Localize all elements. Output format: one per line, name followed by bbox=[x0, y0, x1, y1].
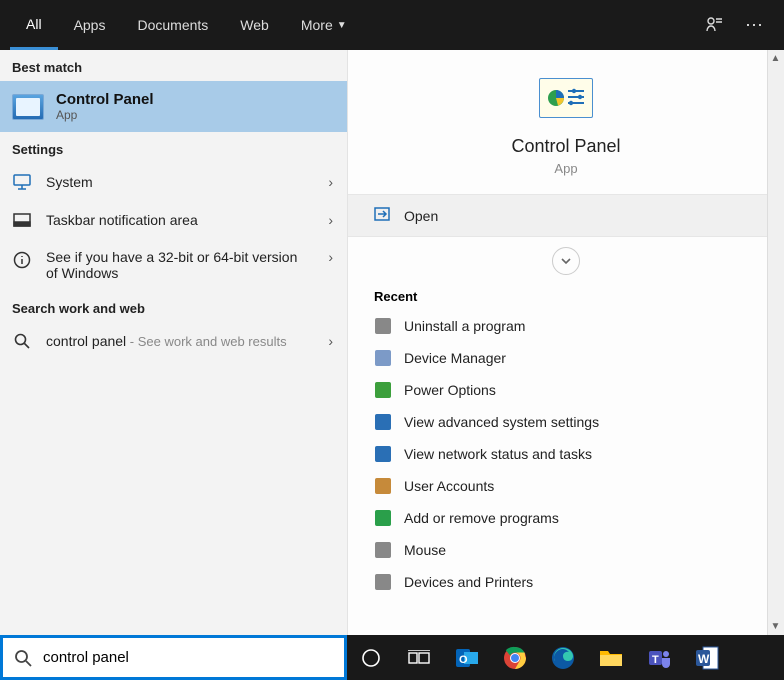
recent-item-icon bbox=[374, 477, 392, 495]
best-match-subtitle: App bbox=[56, 108, 154, 122]
best-match-title: Control Panel bbox=[56, 91, 154, 108]
recent-item[interactable]: User Accounts bbox=[348, 470, 784, 502]
recent-item-icon bbox=[374, 541, 392, 559]
taskbar-outlook[interactable]: O bbox=[443, 635, 491, 680]
task-view-icon[interactable] bbox=[395, 635, 443, 680]
recent-item-icon bbox=[374, 573, 392, 591]
preview-pane: Control Panel App Open Recent Uninstall … bbox=[347, 50, 784, 635]
svg-text:O: O bbox=[459, 654, 468, 666]
open-icon bbox=[374, 207, 392, 224]
recent-item-icon bbox=[374, 445, 392, 463]
tab-apps[interactable]: Apps bbox=[58, 0, 122, 50]
feedback-icon[interactable] bbox=[694, 0, 734, 50]
recent-item-label: Device Manager bbox=[404, 350, 506, 366]
best-match-header: Best match bbox=[0, 50, 347, 81]
recent-item-icon bbox=[374, 413, 392, 431]
tab-more[interactable]: More ▼ bbox=[285, 0, 363, 50]
tab-more-label: More bbox=[301, 17, 333, 33]
recent-item[interactable]: Mouse bbox=[348, 534, 784, 566]
recent-item[interactable]: View advanced system settings bbox=[348, 406, 784, 438]
recent-item-icon bbox=[374, 317, 392, 335]
scroll-up-icon[interactable]: ▲ bbox=[767, 50, 784, 67]
settings-item-label: See if you have a 32-bit or 64-bit versi… bbox=[46, 249, 306, 281]
tab-all[interactable]: All bbox=[10, 0, 58, 50]
search-tabbar: All Apps Documents Web More ▼ ⋯ bbox=[0, 0, 784, 50]
recent-item[interactable]: View network status and tasks bbox=[348, 438, 784, 470]
control-panel-large-icon bbox=[539, 78, 593, 118]
settings-item-label: System bbox=[46, 174, 93, 190]
taskbar-word[interactable]: W bbox=[683, 635, 731, 680]
recent-item-label: Add or remove programs bbox=[404, 510, 559, 526]
search-icon bbox=[12, 332, 32, 350]
search-input[interactable] bbox=[43, 649, 344, 666]
settings-item-label: Taskbar notification area bbox=[46, 212, 198, 228]
recent-item-label: View network status and tasks bbox=[404, 446, 592, 462]
search-box[interactable] bbox=[0, 635, 347, 680]
recent-item[interactable]: Uninstall a program bbox=[348, 310, 784, 342]
results-pane: Best match Control Panel App Settings Sy… bbox=[0, 50, 347, 635]
recent-item-label: User Accounts bbox=[404, 478, 494, 494]
recent-item-label: Devices and Printers bbox=[404, 574, 533, 590]
recent-item-label: Power Options bbox=[404, 382, 496, 398]
open-action[interactable]: Open bbox=[348, 194, 784, 237]
recent-item[interactable]: Device Manager bbox=[348, 342, 784, 374]
control-panel-icon bbox=[12, 94, 44, 120]
search-web-hint: - See work and web results bbox=[126, 334, 286, 349]
recent-item[interactable]: Add or remove programs bbox=[348, 502, 784, 534]
open-label: Open bbox=[404, 208, 438, 224]
settings-item-bitversion[interactable]: See if you have a 32-bit or 64-bit versi… bbox=[0, 239, 347, 291]
search-web-header: Search work and web bbox=[0, 291, 347, 322]
taskbar-edge[interactable] bbox=[539, 635, 587, 680]
taskbar-teams[interactable]: T bbox=[635, 635, 683, 680]
settings-header: Settings bbox=[0, 132, 347, 163]
ellipsis-icon[interactable]: ⋯ bbox=[734, 0, 774, 50]
search-web-item[interactable]: control panel - See work and web results… bbox=[0, 322, 347, 360]
scroll-down-icon[interactable]: ▼ bbox=[767, 618, 784, 635]
search-icon bbox=[3, 649, 43, 667]
recent-item-label: Uninstall a program bbox=[404, 318, 525, 334]
chevron-right-icon: › bbox=[328, 249, 333, 265]
chevron-down-icon: ▼ bbox=[337, 20, 347, 31]
recent-item-icon bbox=[374, 509, 392, 527]
best-match-result[interactable]: Control Panel App bbox=[0, 81, 347, 132]
search-web-label: control panel bbox=[46, 333, 126, 349]
taskbar-icon bbox=[12, 211, 32, 229]
chevron-right-icon: › bbox=[328, 212, 333, 228]
chevron-right-icon: › bbox=[328, 174, 333, 190]
scrollbar[interactable]: ▲ ▼ bbox=[767, 50, 784, 635]
recent-item-label: View advanced system settings bbox=[404, 414, 599, 430]
settings-item-system[interactable]: System › bbox=[0, 163, 347, 201]
recent-header: Recent bbox=[348, 285, 784, 310]
info-icon bbox=[12, 251, 32, 269]
cortana-icon[interactable] bbox=[347, 635, 395, 680]
tab-documents[interactable]: Documents bbox=[121, 0, 224, 50]
recent-item-icon bbox=[374, 381, 392, 399]
tab-web[interactable]: Web bbox=[224, 0, 285, 50]
recent-item[interactable]: Devices and Printers bbox=[348, 566, 784, 598]
taskbar-chrome[interactable] bbox=[491, 635, 539, 680]
chevron-right-icon: › bbox=[328, 333, 333, 349]
expand-button[interactable] bbox=[552, 247, 580, 275]
taskbar-file-explorer[interactable] bbox=[587, 635, 635, 680]
monitor-icon bbox=[12, 173, 32, 191]
recent-item-label: Mouse bbox=[404, 542, 446, 558]
recent-item-icon bbox=[374, 349, 392, 367]
recent-item[interactable]: Power Options bbox=[348, 374, 784, 406]
preview-type: App bbox=[368, 161, 764, 176]
svg-text:W: W bbox=[698, 652, 710, 666]
settings-item-taskbar[interactable]: Taskbar notification area › bbox=[0, 201, 347, 239]
taskbar: O T W bbox=[347, 635, 784, 680]
svg-text:T: T bbox=[652, 654, 659, 666]
preview-title: Control Panel bbox=[368, 136, 764, 157]
